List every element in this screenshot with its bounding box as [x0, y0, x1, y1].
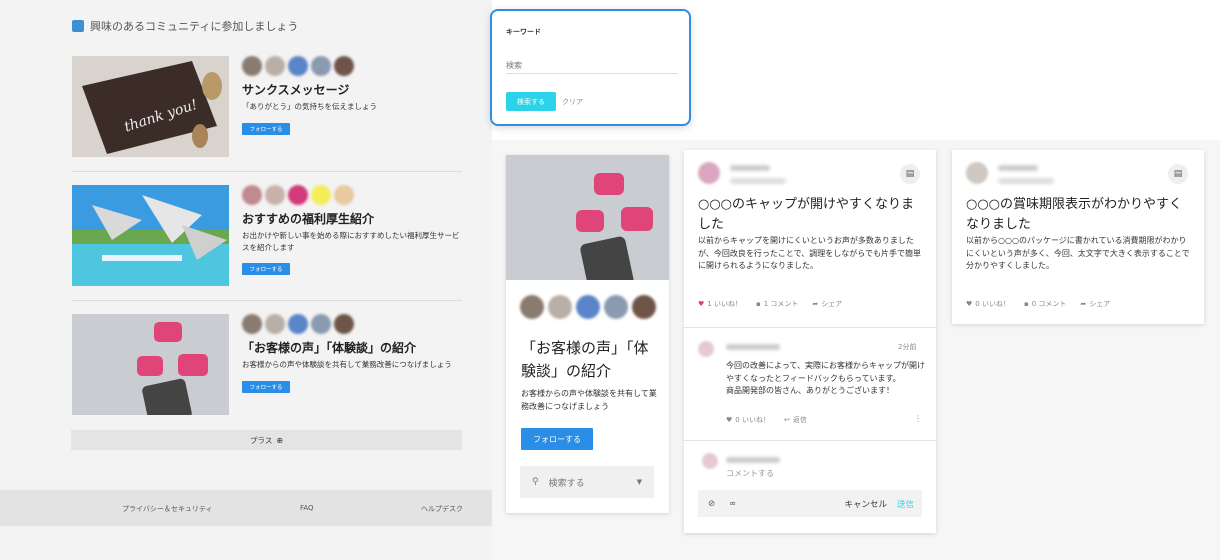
share-button[interactable]: ➦ シェア [1080, 299, 1110, 309]
helpdesk-link[interactable]: ヘルプデスク [421, 504, 463, 514]
like-button[interactable]: ♥ 1 いいね！ [698, 299, 742, 309]
post-title: ○○○のキャップが開けやすくなりました [698, 197, 915, 232]
avatar [698, 162, 720, 184]
community-cover-image [506, 155, 669, 280]
plus-circle-icon: ⊕ [276, 435, 284, 445]
comment-button[interactable]: ▪ 1 コメント [756, 299, 798, 309]
paperclip-icon[interactable]: ⊘ [708, 499, 715, 509]
reply-actions: ♥ 0 いいね！ ↩ 返信 [726, 415, 807, 425]
author-dept [730, 178, 786, 184]
chat-icon[interactable]: ▤ [900, 164, 920, 184]
keyword-label: キーワード [506, 28, 541, 36]
divider [684, 440, 936, 441]
community-search-field[interactable]: ⚲ 検索する ▼ [520, 466, 654, 498]
community-title: サンクスメッセージ [242, 83, 350, 97]
fountain-image [72, 185, 229, 286]
community-desc: 「ありがとう」の気持ちを伝えましょう [242, 102, 377, 111]
member-avatars [242, 185, 354, 205]
share-icon: ➦ [812, 300, 819, 308]
community-title: おすすめの福利厚生紹介 [242, 212, 375, 226]
more-button[interactable]: プラス ⊕ [71, 430, 462, 450]
search-button[interactable]: 検索する [506, 92, 556, 111]
faq-link[interactable]: FAQ [300, 504, 314, 512]
keyword-input[interactable] [506, 58, 678, 74]
community-item-benefits[interactable]: おすすめの福利厚生紹介 お出かけや新しい事を始める際におすすめしたい福利厚生サー… [72, 185, 462, 287]
reply-time: 2分前 [898, 343, 917, 351]
post-actions: ♥ 0 いいね！ ▪ 0 コメント ➦ シェア [966, 299, 1110, 309]
member-avatars [520, 295, 656, 319]
member-avatars [242, 56, 354, 76]
community-item-customer-voice[interactable]: 「お客様の声」「体験談」の紹介 お客様からの声や体験談を共有して業務改善につなげ… [72, 314, 462, 416]
post-body: 以前から○○○のパッケージに書かれている消費期限がわかりにくいという声が多く、今… [966, 236, 1190, 270]
community-card: 「お客様の声」「体験談」の紹介 お客様からの声や体験談を共有して業務改善につなげ… [506, 155, 669, 513]
comment-button[interactable]: ▪ 0 コメント [1024, 299, 1066, 309]
footer: プライバシー＆セキュリティ FAQ ヘルプデスク [0, 490, 492, 526]
community-icon [72, 20, 84, 32]
link-icon[interactable]: ∞ [729, 499, 736, 509]
community-title: 「お客様の声」「体験談」の紹介 [242, 341, 417, 355]
reply-button[interactable]: ↩ 返信 [784, 415, 807, 425]
reply-icon: ↩ [783, 416, 790, 424]
follow-button[interactable]: フォローする [242, 263, 290, 275]
chevron-down-icon[interactable]: ▼ [637, 478, 642, 486]
post-card: ▤ ○○○の賞味期限表示がわかりやすくなりました 以前から○○○のパッケージに書… [952, 150, 1204, 324]
reply-text: 今回の改善によって、実際にお客様からキャップが開けやすくなったとフィードバックも… [726, 361, 925, 395]
author-dept [998, 178, 1054, 184]
divider [684, 327, 936, 328]
post-actions: ♥ 1 いいね！ ▪ 1 コメント ➦ シェア [698, 299, 842, 309]
community-heading: 興味のあるコミュニティに参加しましょう [72, 18, 298, 34]
member-avatars [242, 314, 354, 334]
clear-button[interactable]: クリア [562, 97, 583, 107]
post-card: ▤ ○○○のキャップが開けやすくなりました 以前からキャップを開けにくいというお… [684, 150, 936, 533]
cancel-button[interactable]: キャンセル [844, 498, 887, 510]
community-title: 「お客様の声」「体験談」の紹介 [521, 339, 649, 380]
search-icon: ⚲ [532, 477, 539, 487]
like-button[interactable]: ♥ 0 いいね！ [966, 299, 1010, 309]
heart-icon: ♥ [966, 300, 973, 308]
more-vertical-icon[interactable]: ⋮ [914, 414, 922, 423]
comment-input[interactable]: コメントする [726, 468, 774, 479]
chat-icon[interactable]: ▤ [1168, 164, 1188, 184]
comment-icon: ▪ [1023, 300, 1029, 308]
avatar [698, 341, 714, 357]
divider [72, 300, 462, 301]
community-item-thanks[interactable]: thank you! サンクスメッセージ 「ありがとう」の気持ちを伝えましょう … [72, 56, 462, 158]
avatar [702, 453, 718, 469]
heart-icon: ♥ [698, 300, 705, 308]
commenter-name [726, 457, 780, 463]
sns-icons-image [72, 314, 229, 415]
comment-icon: ▪ [755, 300, 761, 308]
privacy-link[interactable]: プライバシー＆セキュリティ [122, 504, 212, 514]
community-desc: お客様からの声や体験談を共有して業務改善につなげましょう [242, 360, 452, 369]
author-name [730, 165, 770, 171]
author-name [998, 165, 1038, 171]
community-desc: お出かけや新しい事を始める際におすすめしたい福利厚生サービスを紹介します [242, 231, 460, 252]
heart-icon: ♥ [726, 416, 733, 424]
thank-you-image: thank you! [72, 56, 229, 157]
reply-like-button[interactable]: ♥ 0 いいね！ [726, 415, 770, 425]
divider [72, 171, 462, 172]
share-button[interactable]: ➦ シェア [812, 299, 842, 309]
follow-button[interactable]: フォローする [242, 381, 290, 393]
community-desc: お客様からの声や体験談を共有して業務改善につなげましょう [521, 389, 657, 411]
follow-button[interactable]: フォローする [242, 123, 290, 135]
post-body: 以前からキャップを開けにくいというお声が多数ありましたが、今回改良を行ったことで… [698, 236, 922, 270]
share-icon: ➦ [1080, 300, 1087, 308]
avatar [966, 162, 988, 184]
keyword-search-card: キーワード 検索する クリア [490, 9, 691, 126]
send-button[interactable]: 送信 [897, 498, 914, 510]
replier-name [726, 344, 780, 350]
comment-toolbar: ⊘ ∞ キャンセル 送信 [698, 490, 922, 517]
follow-button[interactable]: フォローする [521, 428, 593, 450]
post-title: ○○○の賞味期限表示がわかりやすくなりました [966, 197, 1183, 232]
